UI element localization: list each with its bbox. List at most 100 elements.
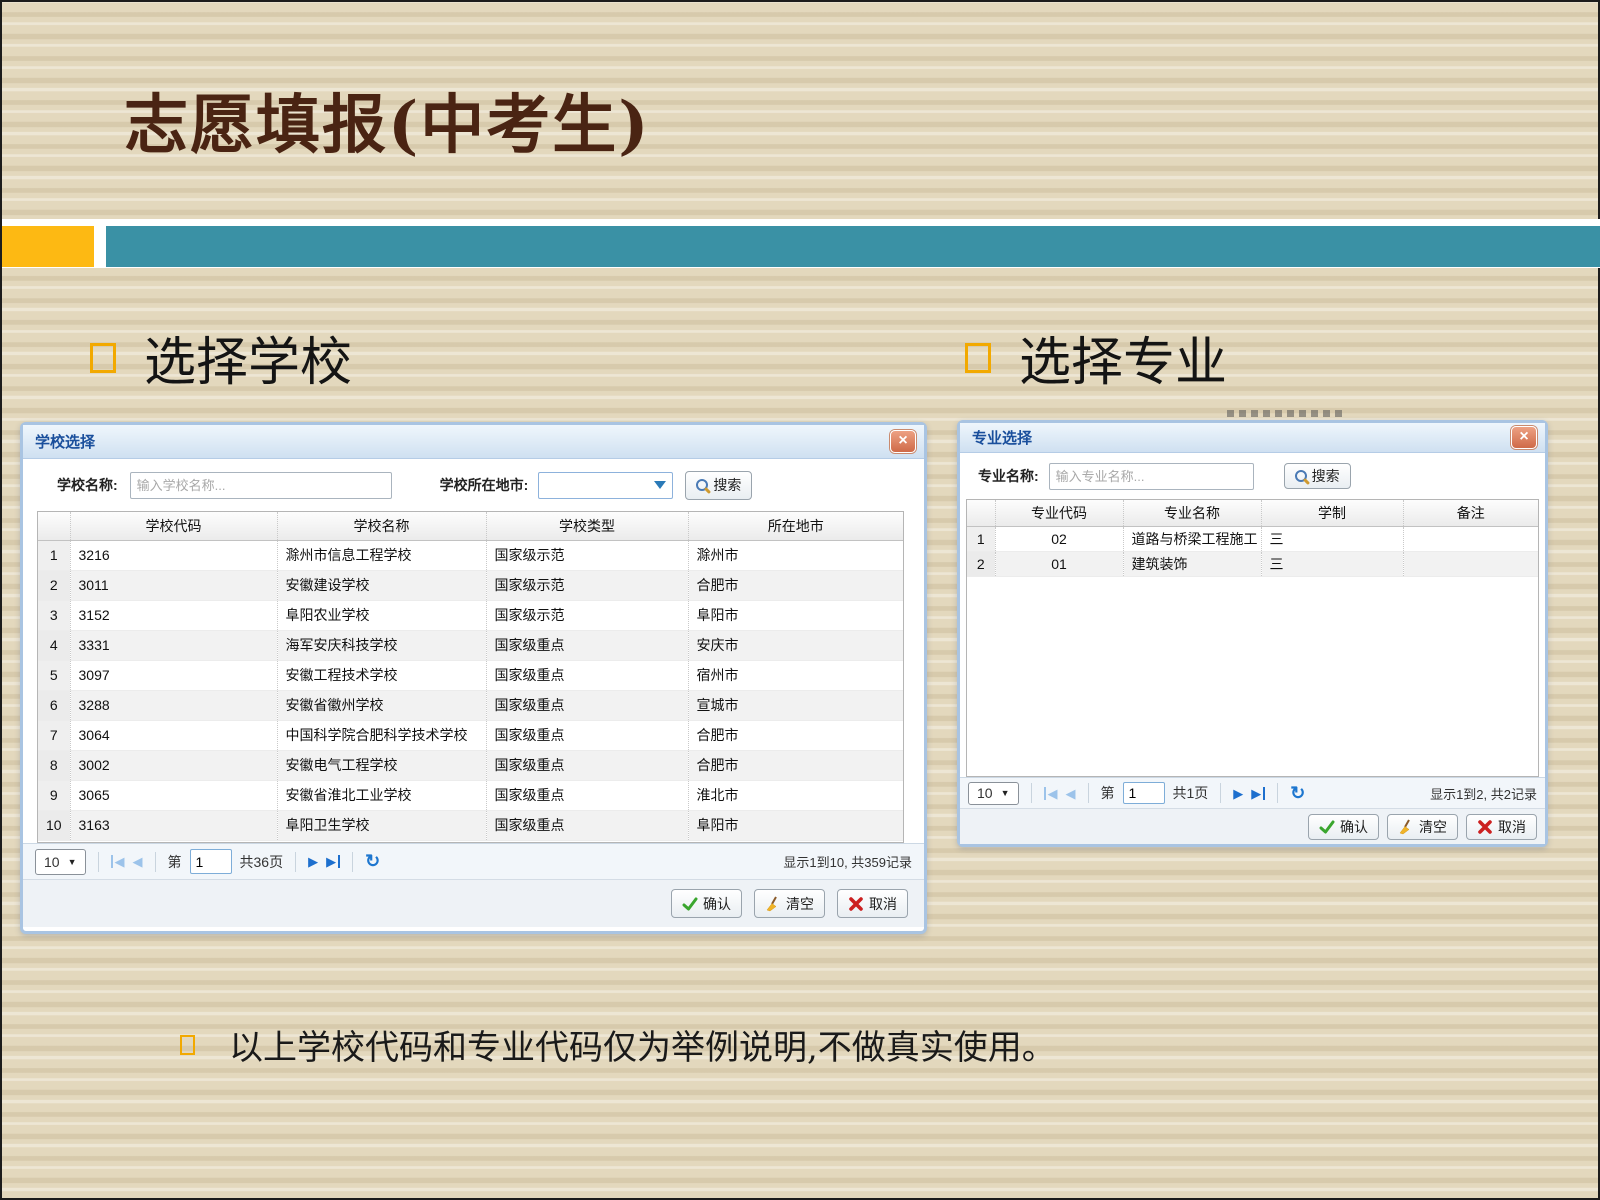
column-header: 学制 [1261, 500, 1403, 526]
next-page-icon[interactable]: ▶ [308, 855, 318, 868]
search-button[interactable]: 搜索 [1284, 463, 1351, 489]
clear-button[interactable]: 清空 [754, 889, 825, 918]
table-row[interactable]: 23011安徽建设学校国家级示范合肥市 [38, 570, 903, 600]
table-cell: 安徽电气工程学校 [277, 750, 486, 780]
refresh-icon[interactable]: ↻ [1290, 783, 1305, 804]
table-cell: 国家级重点 [486, 780, 688, 810]
close-icon[interactable]: × [1511, 426, 1537, 449]
table-cell: 建筑装饰 [1123, 551, 1261, 576]
dropdown-caret-icon: ▼ [68, 857, 77, 867]
pagination-bar: 10 ▼ ◀ ◀ 第 共36页 ▶ ▶ ↻ 显示1到10, 共359记录 [23, 843, 924, 879]
clear-broom-icon [1398, 819, 1414, 835]
column-header: 学校名称 [277, 512, 486, 540]
school-name-input[interactable] [130, 472, 392, 499]
column-header: 备注 [1403, 500, 1538, 526]
prev-page-icon[interactable]: ◀ [1066, 787, 1076, 800]
section-header-school: 选择学校 [90, 320, 352, 395]
confirm-check-icon [1319, 819, 1335, 835]
page-total: 共1页 [1173, 783, 1209, 803]
footnote-text: 以上学校代码和专业代码仅为举例说明,不做真实使用。 [229, 1020, 1056, 1069]
table-cell: 合肥市 [688, 750, 903, 780]
next-page-icon[interactable]: ▶ [1233, 787, 1243, 800]
table-cell: 滁州市信息工程学校 [277, 540, 486, 570]
dialog-title: 专业选择 [972, 427, 1032, 448]
table-cell: 02 [995, 526, 1123, 551]
table-cell: 安徽省淮北工业学校 [277, 780, 486, 810]
pagination-bar: 10 ▼ ◀ ◀ 第 共1页 ▶ ▶ ↻ 显示1到2, 共2记录 [960, 777, 1545, 808]
prev-page-icon[interactable]: ◀ [133, 855, 143, 868]
search-icon [696, 479, 708, 491]
search-button[interactable]: 搜索 [685, 471, 752, 500]
table-cell [1403, 551, 1538, 576]
table-row[interactable]: 73064中国科学院合肥科学技术学校国家级重点合肥市 [38, 720, 903, 750]
page-title: 志愿填报(中考生) [124, 74, 651, 166]
table-row[interactable]: 53097安徽工程技术学校国家级重点宿州市 [38, 660, 903, 690]
table-cell: 安庆市 [688, 630, 903, 660]
table-cell: 安徽省徽州学校 [277, 690, 486, 720]
page-number-input[interactable] [190, 849, 232, 874]
table-header-row: 学校代码学校名称学校类型所在地市 [38, 512, 903, 540]
last-page-icon[interactable]: ▶ [1251, 787, 1265, 800]
table-cell: 宿州市 [688, 660, 903, 690]
close-icon[interactable]: × [890, 430, 916, 453]
first-page-icon[interactable]: ◀ [111, 855, 125, 868]
page-size-select[interactable]: 10 ▼ [35, 849, 86, 875]
confirm-check-icon [682, 896, 698, 912]
school-city-label: 学校所在地市: [440, 475, 529, 495]
table-row[interactable]: 33152阜阳农业学校国家级示范阜阳市 [38, 600, 903, 630]
confirm-button[interactable]: 确认 [671, 889, 742, 918]
table-cell: 合肥市 [688, 720, 903, 750]
table-cell: 安徽工程技术学校 [277, 660, 486, 690]
table-cell: 3216 [70, 540, 277, 570]
school-table: 学校代码学校名称学校类型所在地市 13216滁州市信息工程学校国家级示范滁州市2… [37, 511, 904, 843]
table-cell: 滁州市 [688, 540, 903, 570]
page-prefix: 第 [1101, 783, 1115, 803]
dialog-footer: 确认 清空 取消 [23, 879, 924, 927]
confirm-button[interactable]: 确认 [1308, 814, 1379, 840]
table-cell: 合肥市 [688, 570, 903, 600]
table-cell: 3163 [70, 810, 277, 840]
clear-button[interactable]: 清空 [1387, 814, 1458, 840]
city-combobox[interactable] [538, 472, 673, 499]
table-cell: 3002 [70, 750, 277, 780]
table-cell: 淮北市 [688, 780, 903, 810]
refresh-icon[interactable]: ↻ [365, 851, 380, 872]
chevron-down-icon [654, 481, 666, 489]
row-number-header [967, 500, 995, 526]
dialog-titlebar: 学校选择 × [23, 425, 924, 459]
table-cell: 国家级重点 [486, 810, 688, 840]
table-row[interactable]: 63288安徽省徽州学校国家级重点宣城市 [38, 690, 903, 720]
clear-broom-icon [765, 896, 781, 912]
divider [98, 852, 99, 872]
cancel-button[interactable]: 取消 [1466, 814, 1537, 840]
table-row[interactable]: 43331海军安庆科技学校国家级重点安庆市 [38, 630, 903, 660]
cancel-button[interactable]: 取消 [837, 889, 908, 918]
table-row[interactable]: 102道路与桥梁工程施工三 [967, 526, 1538, 551]
column-header: 学校类型 [486, 512, 688, 540]
table-row[interactable]: 103163阜阳卫生学校国家级重点阜阳市 [38, 810, 903, 840]
page-size-select[interactable]: 10 ▼ [968, 782, 1019, 805]
table-cell: 3065 [70, 780, 277, 810]
table-cell: 海军安庆科技学校 [277, 630, 486, 660]
table-cell [1403, 526, 1538, 551]
page-total: 共36页 [240, 852, 284, 872]
first-page-icon[interactable]: ◀ [1044, 787, 1058, 800]
dropdown-caret-icon: ▼ [1001, 788, 1010, 798]
table-row[interactable]: 201建筑装饰三 [967, 551, 1538, 576]
table-row[interactable]: 13216滁州市信息工程学校国家级示范滁州市 [38, 540, 903, 570]
cancel-x-icon [848, 896, 864, 912]
dialog-title: 学校选择 [35, 431, 95, 452]
table-cell: 道路与桥梁工程施工 [1123, 526, 1261, 551]
presentation-slide: { "slide": { "title": "志愿填报(中考生)", "sect… [0, 0, 1600, 1200]
dialog-footer: 确认 清空 取消 [960, 808, 1545, 844]
major-name-input[interactable] [1049, 463, 1254, 490]
table-cell: 宣城市 [688, 690, 903, 720]
row-number-header [38, 512, 70, 540]
table-row[interactable]: 83002安徽电气工程学校国家级重点合肥市 [38, 750, 903, 780]
table-row[interactable]: 93065安徽省淮北工业学校国家级重点淮北市 [38, 780, 903, 810]
last-page-icon[interactable]: ▶ [326, 855, 340, 868]
table-cell: 阜阳农业学校 [277, 600, 486, 630]
page-number-input[interactable] [1123, 782, 1165, 804]
search-icon [1295, 470, 1307, 482]
table-header-row: 专业代码专业名称学制备注 [967, 500, 1538, 526]
